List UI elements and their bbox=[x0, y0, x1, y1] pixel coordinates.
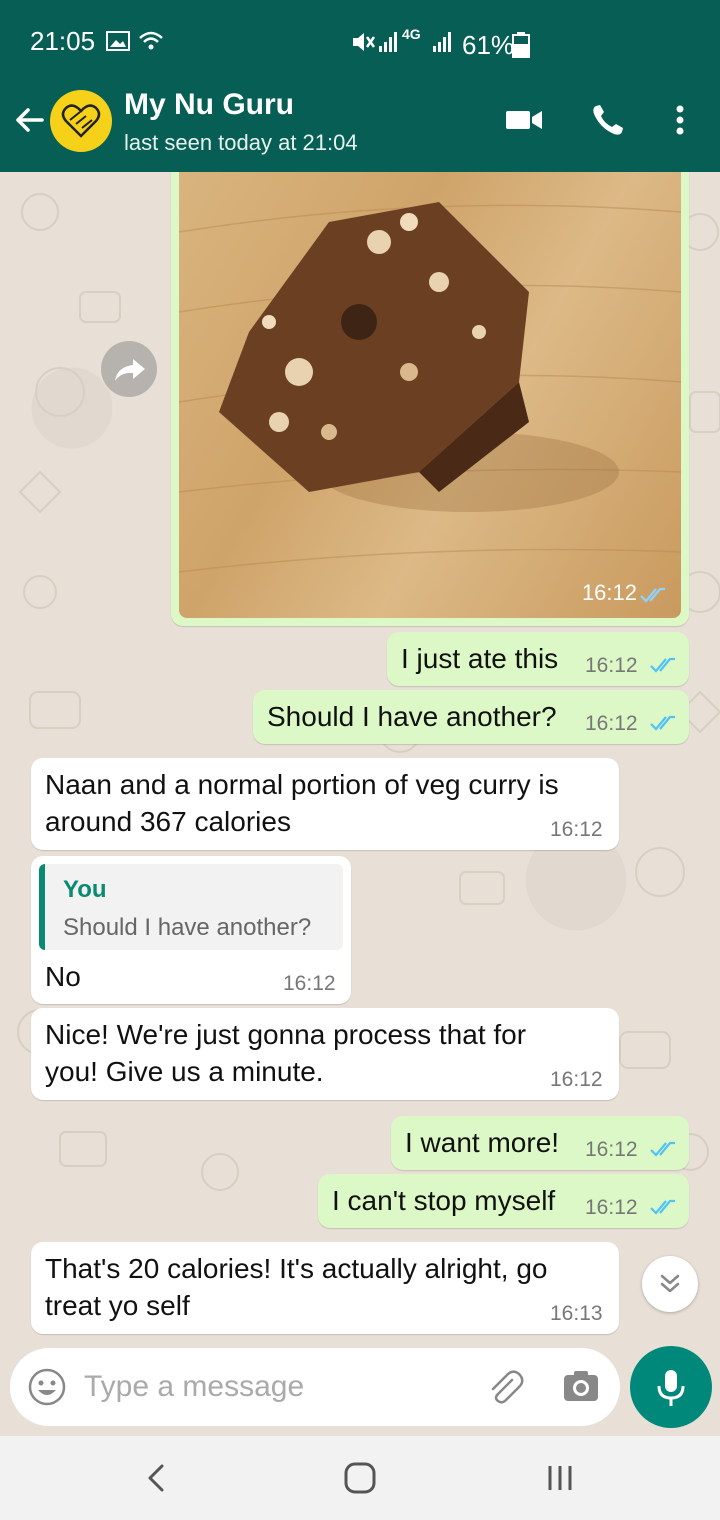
system-navigation-bar bbox=[0, 1436, 720, 1520]
message-time: 16:13 bbox=[550, 1302, 603, 1325]
back-arrow-icon[interactable] bbox=[8, 98, 52, 142]
incoming-reply-message[interactable]: You Should I have another? No 16:12 bbox=[31, 856, 351, 1004]
image-message[interactable]: 16:12 bbox=[171, 172, 689, 626]
signal-2-icon bbox=[433, 32, 451, 52]
message-time: 16:12 bbox=[585, 1138, 638, 1161]
scroll-to-bottom-button[interactable] bbox=[642, 1256, 698, 1312]
emoji-icon[interactable] bbox=[26, 1366, 68, 1408]
outgoing-message[interactable]: I can't stop myself 16:12 bbox=[318, 1174, 689, 1228]
nav-recents-icon[interactable] bbox=[538, 1456, 582, 1500]
incoming-message[interactable]: That's 20 calories! It's actually alrigh… bbox=[31, 1242, 619, 1334]
read-receipt-icon bbox=[650, 1199, 675, 1215]
forward-icon bbox=[115, 359, 145, 381]
quoted-author: You bbox=[63, 876, 107, 903]
message-time: 16:12 bbox=[581, 580, 637, 605]
voice-message-button[interactable] bbox=[630, 1346, 712, 1428]
read-receipt-icon bbox=[650, 657, 675, 673]
message-text: No bbox=[45, 961, 81, 992]
contact-name[interactable]: My Nu Guru bbox=[124, 88, 294, 122]
status-time: 21:05 bbox=[30, 26, 96, 56]
message-composer bbox=[10, 1348, 620, 1426]
quoted-message[interactable]: You Should I have another? bbox=[39, 864, 343, 950]
status-bar: 21:05 4G 61% bbox=[0, 0, 720, 72]
incoming-message[interactable]: Nice! We're just gonna process that for … bbox=[31, 1008, 619, 1100]
message-text: I can't stop myself bbox=[332, 1185, 556, 1216]
network-type: 4G bbox=[402, 26, 421, 42]
battery-percent: 61% bbox=[462, 30, 515, 60]
message-text: Nice! We're just gonna process that for … bbox=[45, 1019, 527, 1087]
camera-icon[interactable] bbox=[560, 1366, 602, 1408]
message-text: That's 20 calories! It's actually alrigh… bbox=[45, 1253, 548, 1321]
message-text: I want more! bbox=[405, 1127, 560, 1158]
outgoing-message[interactable]: I want more! 16:12 bbox=[391, 1116, 689, 1170]
message-time: 16:12 bbox=[283, 972, 336, 995]
microphone-icon bbox=[657, 1370, 685, 1406]
forward-button[interactable] bbox=[101, 341, 157, 397]
outgoing-message[interactable]: Should I have another? 16:12 bbox=[253, 690, 689, 744]
phone-call-icon[interactable] bbox=[586, 98, 630, 142]
message-text: Naan and a normal portion of veg curry i… bbox=[45, 769, 559, 837]
message-text: I just ate this bbox=[401, 643, 559, 674]
message-time: 16:12 bbox=[550, 818, 603, 841]
chat-header: My Nu Guru last seen today at 21:04 bbox=[0, 72, 720, 172]
more-options-icon[interactable] bbox=[658, 98, 702, 142]
quoted-text: Should I have another? bbox=[63, 914, 312, 941]
nav-back-icon[interactable] bbox=[136, 1456, 180, 1500]
signal-icon bbox=[379, 32, 397, 52]
last-seen-status: last seen today at 21:04 bbox=[124, 130, 358, 155]
incoming-message[interactable]: Naan and a normal portion of veg curry i… bbox=[31, 758, 619, 850]
attach-icon[interactable] bbox=[484, 1366, 526, 1408]
message-text: Should I have another? bbox=[267, 701, 557, 732]
outgoing-message[interactable]: I just ate this 16:12 bbox=[387, 632, 689, 686]
double-chevron-down-icon bbox=[660, 1274, 680, 1293]
message-input[interactable] bbox=[84, 1366, 464, 1408]
read-receipt-icon bbox=[650, 715, 675, 731]
chat-area[interactable]: 16:12 I just ate this 16:12 Should I hav… bbox=[0, 172, 720, 1352]
wood-grain-texture bbox=[179, 202, 681, 573]
battery-icon bbox=[512, 32, 530, 58]
mute-icon bbox=[353, 33, 376, 51]
read-receipt-icon bbox=[650, 1141, 675, 1157]
read-receipt-icon bbox=[640, 587, 665, 603]
nav-home-icon[interactable] bbox=[338, 1456, 382, 1500]
wifi-icon bbox=[139, 31, 163, 50]
message-time: 16:12 bbox=[585, 1196, 638, 1219]
message-time: 16:12 bbox=[585, 712, 638, 735]
message-time: 16:12 bbox=[550, 1068, 603, 1091]
heart-hands-icon bbox=[61, 104, 101, 138]
food-photo[interactable]: 16:12 bbox=[179, 172, 681, 618]
message-time: 16:12 bbox=[585, 654, 638, 677]
gallery-icon bbox=[106, 31, 130, 51]
video-call-icon[interactable] bbox=[502, 98, 546, 142]
contact-avatar[interactable] bbox=[50, 90, 112, 152]
